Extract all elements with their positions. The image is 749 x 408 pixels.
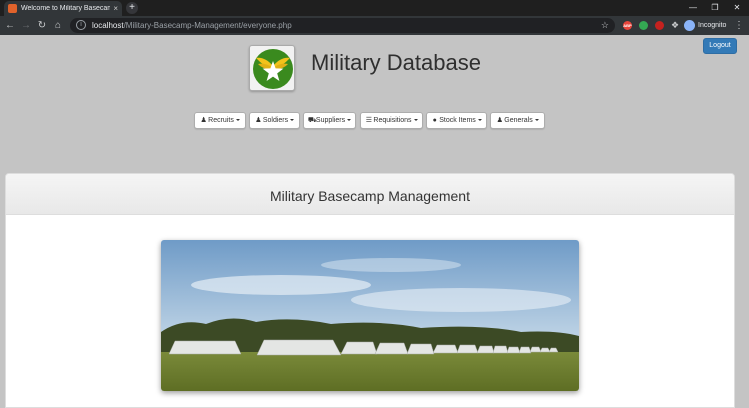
bookmark-star-icon[interactable]: ☆	[601, 18, 609, 33]
tab-favicon-icon	[8, 4, 17, 13]
adblock-extension-icon[interactable]: ABP	[623, 21, 632, 30]
caret-down-icon	[290, 119, 295, 122]
tab-close-icon[interactable]: ×	[113, 4, 118, 13]
suppliers-dropdown[interactable]: ⛟Suppliers	[303, 112, 356, 129]
content-panel: Military Basecamp Management	[5, 173, 735, 408]
stock-items-label: Stock Items	[439, 117, 476, 124]
incognito-label: Incognito	[698, 22, 727, 29]
basecamp-photo	[161, 240, 579, 391]
user-icon: ♟	[496, 117, 503, 124]
soldiers-dropdown[interactable]: ♟Soldiers	[249, 112, 300, 129]
globe-icon: ●	[432, 117, 437, 124]
suppliers-label: Suppliers	[315, 117, 346, 124]
browser-menu-icon[interactable]: ⋮	[734, 16, 744, 35]
caret-down-icon	[534, 119, 539, 122]
logout-button[interactable]: Logout	[703, 38, 737, 54]
generals-label: Generals	[504, 117, 533, 124]
user-icon: ♟	[200, 117, 207, 124]
tab-title: Welcome to Military Basecamp M	[21, 5, 111, 12]
stock-items-dropdown[interactable]: ● Stock Items	[426, 112, 487, 129]
address-bar[interactable]: i localhost/Military-Basecamp-Management…	[70, 18, 615, 33]
url-host: localhost	[92, 21, 124, 30]
green-extension-icon[interactable]	[639, 21, 648, 30]
site-info-icon[interactable]: i	[76, 20, 86, 30]
caret-down-icon	[347, 119, 352, 122]
requisitions-label: Requisitions	[373, 117, 412, 124]
new-tab-button[interactable]: +	[126, 2, 138, 14]
basecamp-tents-image	[161, 240, 579, 391]
caret-down-icon	[477, 119, 482, 122]
extensions-puzzle-icon[interactable]: ❖	[671, 16, 679, 35]
requisitions-dropdown[interactable]: ☰Requisitions	[360, 112, 423, 129]
truck-icon: ⛟	[307, 117, 317, 124]
maximize-icon[interactable]: ❐	[704, 0, 726, 16]
url-text[interactable]: localhost/Military-Basecamp-Management/e…	[92, 18, 292, 33]
red-extension-icon[interactable]	[655, 21, 664, 30]
forward-icon[interactable]: →	[19, 16, 33, 35]
back-icon[interactable]: ←	[3, 16, 17, 35]
url-path: /Military-Basecamp-Management/everyone.p…	[123, 21, 292, 30]
generals-dropdown[interactable]: ♟Generals	[490, 112, 545, 129]
incognito-avatar-icon[interactable]	[684, 20, 695, 31]
site-title: Military Database	[311, 50, 481, 75]
soldiers-label: Soldiers	[262, 117, 289, 124]
military-emblem-icon	[253, 49, 293, 89]
browser-tab-bar: Welcome to Military Basecamp M × + — ❐ ✕	[0, 0, 749, 16]
site-logo	[249, 45, 295, 91]
minimize-icon[interactable]: —	[682, 0, 704, 16]
browser-tab[interactable]: Welcome to Military Basecamp M ×	[4, 1, 122, 16]
user-icon: ♟	[255, 117, 262, 124]
browser-toolbar: ← → ↻ ⌂ i localhost/Military-Basecamp-Ma…	[0, 16, 749, 35]
caret-down-icon	[235, 119, 240, 122]
panel-heading: Military Basecamp Management	[6, 174, 734, 215]
page-body: Logout Military Database ♟Recruits ♟Sold…	[0, 35, 749, 408]
caret-down-icon	[413, 119, 418, 122]
home-icon[interactable]: ⌂	[51, 16, 65, 35]
recruits-label: Recruits	[208, 117, 234, 124]
list-icon: ☰	[365, 117, 373, 124]
reload-icon[interactable]: ↻	[35, 16, 49, 35]
window-close-icon[interactable]: ✕	[726, 0, 748, 16]
recruits-dropdown[interactable]: ♟Recruits	[194, 112, 246, 129]
